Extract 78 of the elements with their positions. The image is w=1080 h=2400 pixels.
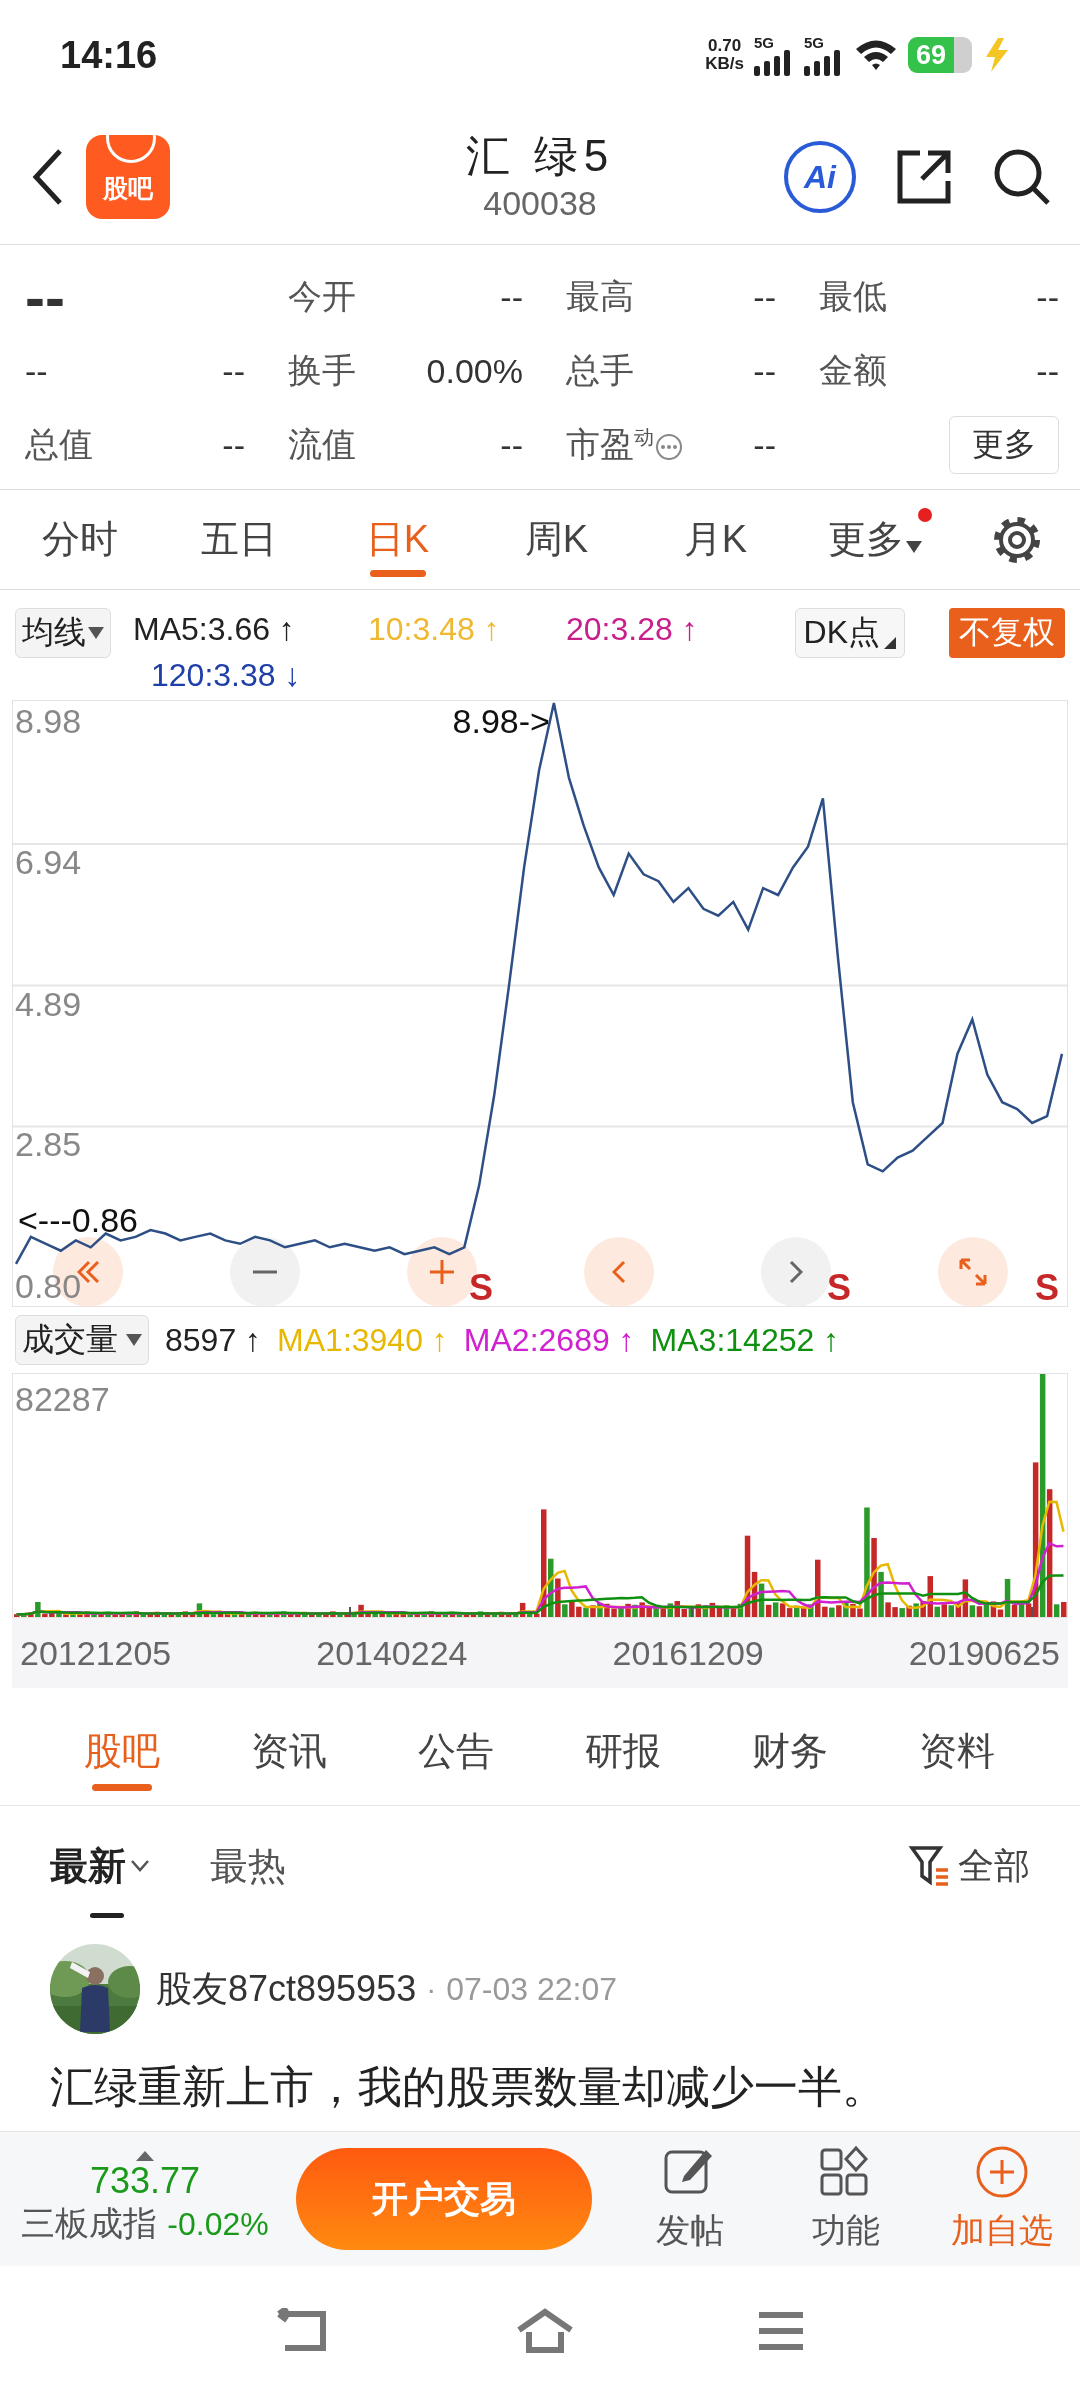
field-label: 今开: [288, 277, 356, 315]
field-value: --: [222, 425, 245, 465]
field-value: --: [753, 351, 776, 391]
field-value: 0.00%: [426, 351, 523, 391]
date-label: 20190625: [908, 1633, 1060, 1673]
volume-value: MA1:3940 ↑: [277, 1321, 448, 1359]
field-label: 市盈$^{动}$: [566, 425, 654, 463]
axis-label: 0.80: [15, 1267, 82, 1305]
clock-time: 14:16: [60, 33, 158, 77]
signal-marker: S: [827, 1267, 851, 1306]
date-label: 20161209: [612, 1633, 764, 1673]
field-label: 流值: [288, 425, 356, 463]
period-tab[interactable]: 周K: [477, 490, 636, 589]
axis-label: 8.98: [15, 702, 82, 740]
dk-dropdown[interactable]: DK点: [794, 608, 905, 658]
news-tab[interactable]: 财务: [706, 1698, 873, 1805]
change-percent: --: [222, 351, 245, 391]
index-name: 三板成指: [21, 2203, 158, 2244]
action-button[interactable]: 发帖: [620, 2144, 760, 2254]
axis-label: 6.94: [15, 842, 82, 881]
moving-average-value: 120:3.38 ↓: [150, 656, 302, 695]
field-value: --: [1036, 277, 1059, 317]
axis-label: 2.85: [15, 1125, 82, 1164]
date-label: 20121205: [20, 1633, 172, 1673]
field-value: --: [753, 277, 776, 317]
filter-button[interactable]: 全部: [908, 1841, 1030, 1891]
post-text: 汇绿重新上市，我的股票数量却减少一半。: [50, 2061, 887, 2113]
index-value: 733.77: [89, 2161, 201, 2201]
moving-average-value: 20:3.28 ↑: [566, 610, 699, 649]
period-tab[interactable]: 五日: [159, 490, 318, 589]
field-value: --: [500, 425, 523, 465]
network-type: 5G: [754, 34, 774, 50]
field-value: --: [500, 277, 523, 317]
axis-label: 4.89: [15, 984, 82, 1023]
news-tab[interactable]: 资讯: [205, 1698, 372, 1805]
separator-dot: ·: [426, 1972, 437, 2006]
post-time: 07-03 22:07: [446, 1970, 617, 2008]
network-speed: 0.70: [708, 37, 742, 55]
network-type: 5G: [804, 34, 824, 50]
signal-marker: S: [1035, 1267, 1059, 1306]
field-value: --: [1036, 351, 1059, 391]
price-value: --: [25, 262, 65, 332]
annotation-label: 8.98->: [452, 702, 550, 740]
volume-value: 8597 ↑: [165, 1321, 262, 1359]
field-label: 换手: [288, 351, 356, 389]
more-button[interactable]: 更多: [949, 416, 1059, 474]
news-tab[interactable]: 研报: [539, 1698, 706, 1805]
field-value: --: [753, 425, 776, 465]
change-value: --: [25, 351, 48, 391]
speed-unit: KB/s: [705, 55, 744, 73]
action-button[interactable]: 功能: [776, 2144, 916, 2254]
field-label: 总手: [566, 351, 634, 389]
moving-average-value: MA5:3.66 ↑: [133, 610, 296, 649]
volume-value: MA3:14252 ↑: [650, 1321, 840, 1359]
news-tab[interactable]: 资料: [873, 1698, 1040, 1805]
battery-indicator: 69: [908, 37, 972, 73]
ai-button[interactable]: Ai: [784, 141, 856, 213]
annotation-label: <---0.86: [18, 1200, 138, 1239]
news-tab[interactable]: 公告: [372, 1698, 539, 1805]
sort-option[interactable]: 最热: [210, 1840, 286, 1892]
volume-value: MA2:2689 ↑: [463, 1321, 635, 1359]
author-name: 股友87ct895953: [156, 1966, 417, 2011]
field-label: 最高: [566, 277, 634, 315]
stock-name: 汇 绿5: [465, 130, 615, 182]
field-label: 金额: [819, 351, 887, 389]
moving-average-value: 10:3.48 ↑: [368, 610, 501, 649]
period-tab[interactable]: 月K: [636, 490, 795, 589]
field-label: 总值: [25, 425, 93, 463]
indicator-dropdown[interactable]: 均线: [15, 608, 111, 658]
field-label: 最低: [819, 277, 887, 315]
period-tab[interactable]: 分时: [0, 490, 159, 589]
index-change: -0.02%: [167, 2206, 269, 2243]
axis-label: 82287: [15, 1380, 110, 1419]
period-tab[interactable]: 更多: [795, 490, 954, 589]
stock-code: 400038: [483, 183, 597, 224]
indicator-dropdown[interactable]: 成交量: [15, 1315, 149, 1365]
signal-marker: S: [469, 1267, 493, 1306]
date-label: 20140224: [316, 1633, 468, 1673]
